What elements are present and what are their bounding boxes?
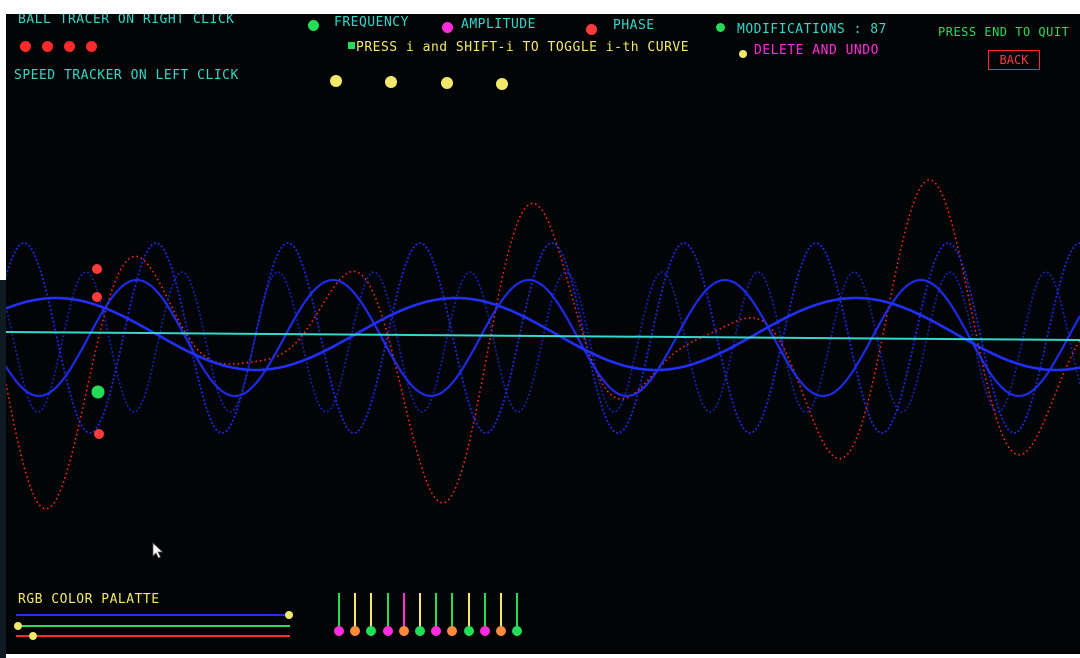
curve-selector-knob[interactable] bbox=[334, 626, 344, 636]
red-slider-knob[interactable] bbox=[29, 632, 37, 640]
modifications-dot bbox=[716, 23, 725, 32]
curve-selector-stem[interactable] bbox=[354, 593, 357, 629]
curve-selector-stem[interactable] bbox=[451, 593, 454, 629]
curve-selector-stem[interactable] bbox=[419, 593, 421, 629]
red-wave-curve[interactable] bbox=[6, 179, 1080, 510]
ball-tracker-dot[interactable] bbox=[20, 41, 31, 52]
curve-selector-stem[interactable] bbox=[370, 593, 373, 629]
curve-selector-stem[interactable] bbox=[500, 593, 502, 629]
frequency-dot[interactable] bbox=[308, 20, 319, 31]
mouse-pointer-icon bbox=[152, 542, 164, 559]
tracker-ball-active[interactable] bbox=[91, 385, 105, 399]
curve-toggle-dot[interactable] bbox=[385, 76, 397, 88]
blue-slider-track[interactable] bbox=[16, 614, 290, 616]
delete-undo-dot[interactable] bbox=[739, 50, 747, 58]
back-button[interactable]: BACK bbox=[988, 50, 1040, 70]
curve-toggle-dot[interactable] bbox=[496, 78, 508, 90]
phase-dot[interactable] bbox=[586, 24, 597, 35]
curve-selector-stem[interactable] bbox=[467, 593, 470, 629]
blue-slider-knob[interactable] bbox=[285, 611, 293, 619]
curve-toggle-dot[interactable] bbox=[441, 77, 453, 89]
tracker-ball[interactable] bbox=[94, 429, 104, 439]
phase-label: PHASE bbox=[613, 18, 655, 33]
app-screen[interactable]: BALL TRACER ON RIGHT CLICK SPEED TRACKER… bbox=[6, 14, 1080, 654]
curve-selector-knob[interactable] bbox=[496, 626, 506, 636]
curve-selector-stem[interactable] bbox=[338, 593, 340, 629]
rgb-palette-label: RGB COLOR PALATTE bbox=[18, 592, 160, 607]
red-slider-track[interactable] bbox=[16, 635, 290, 637]
delete-undo-label[interactable]: DELETE AND UNDO bbox=[754, 43, 879, 58]
amplitude-dot[interactable] bbox=[442, 22, 453, 33]
toggle-hint-marker bbox=[348, 42, 355, 49]
ball-tracker-dot[interactable] bbox=[42, 41, 53, 52]
ball-tracker-dot[interactable] bbox=[64, 41, 75, 52]
tracker-ball[interactable] bbox=[92, 264, 102, 274]
amplitude-label: AMPLITUDE bbox=[461, 17, 536, 32]
quit-hint: PRESS END TO QUIT bbox=[938, 25, 1070, 39]
tracker-ball[interactable] bbox=[92, 292, 102, 302]
curve-selector-knob[interactable] bbox=[398, 626, 409, 636]
curve-selector-stem[interactable] bbox=[516, 593, 519, 629]
blue-wave-curve-2[interactable] bbox=[6, 271, 1080, 413]
curve-selector-stem[interactable] bbox=[435, 593, 438, 629]
speed-tracker-label: SPEED TRACKER ON LEFT CLICK bbox=[14, 68, 239, 83]
curve-selector-knob[interactable] bbox=[382, 626, 393, 636]
curve-selector-knob[interactable] bbox=[479, 626, 490, 636]
green-slider-knob[interactable] bbox=[14, 622, 22, 630]
modifications-counter: MODIFICATIONS : 87 bbox=[737, 22, 887, 37]
curve-selector-knob[interactable] bbox=[463, 626, 474, 636]
toggle-hint: PRESS i and SHIFT-i TO TOGGLE i-th CURVE bbox=[356, 40, 690, 55]
frequency-label: FREQUENCY bbox=[334, 15, 409, 30]
ball-tracker-label: BALL TRACER ON RIGHT CLICK bbox=[18, 14, 235, 27]
curve-selector-knob[interactable] bbox=[415, 626, 425, 636]
ball-tracker-dot[interactable] bbox=[86, 41, 97, 52]
curve-selector-stem[interactable] bbox=[386, 593, 389, 629]
curve-selector-stem[interactable] bbox=[483, 593, 486, 629]
curve-selector-stem[interactable] bbox=[402, 593, 405, 629]
green-slider-track[interactable] bbox=[16, 625, 290, 627]
curve-toggle-dot[interactable] bbox=[330, 75, 342, 87]
wave-canvas[interactable] bbox=[6, 14, 1080, 654]
